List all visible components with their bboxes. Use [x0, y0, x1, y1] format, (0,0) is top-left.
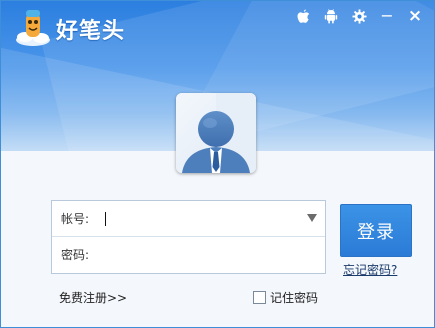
settings-gear-icon[interactable] [350, 7, 368, 25]
apple-icon[interactable] [294, 7, 312, 25]
register-link[interactable]: 免费注册>> [59, 289, 127, 306]
minimize-icon[interactable]: − [378, 7, 396, 25]
title-bar-controls: − × [294, 7, 424, 25]
account-label: 帐号: [61, 212, 90, 226]
android-icon[interactable] [322, 7, 340, 25]
password-row: 密码: [52, 237, 325, 272]
app-logo-icon [13, 7, 53, 47]
account-dropdown-arrow-icon[interactable] [307, 214, 317, 222]
remember-password: 记住密码 [253, 289, 318, 306]
password-input[interactable] [97, 243, 277, 266]
password-label: 密码: [61, 248, 90, 262]
login-window: 好笔头 − × 帐号: 密码: 登录 忘记密码? 免费注册>> 记住密码 [0, 0, 435, 328]
login-button[interactable]: 登录 [340, 204, 412, 257]
login-form: 帐号: 密码: [51, 200, 326, 274]
user-avatar [176, 93, 256, 173]
account-input[interactable] [106, 207, 286, 230]
forgot-password-link[interactable]: 忘记密码? [343, 261, 397, 278]
remember-password-label[interactable]: 记住密码 [270, 289, 318, 306]
app-title: 好笔头 [56, 19, 126, 44]
account-row: 帐号: [52, 201, 325, 237]
remember-password-checkbox[interactable] [253, 291, 266, 304]
close-icon[interactable]: × [406, 7, 424, 25]
